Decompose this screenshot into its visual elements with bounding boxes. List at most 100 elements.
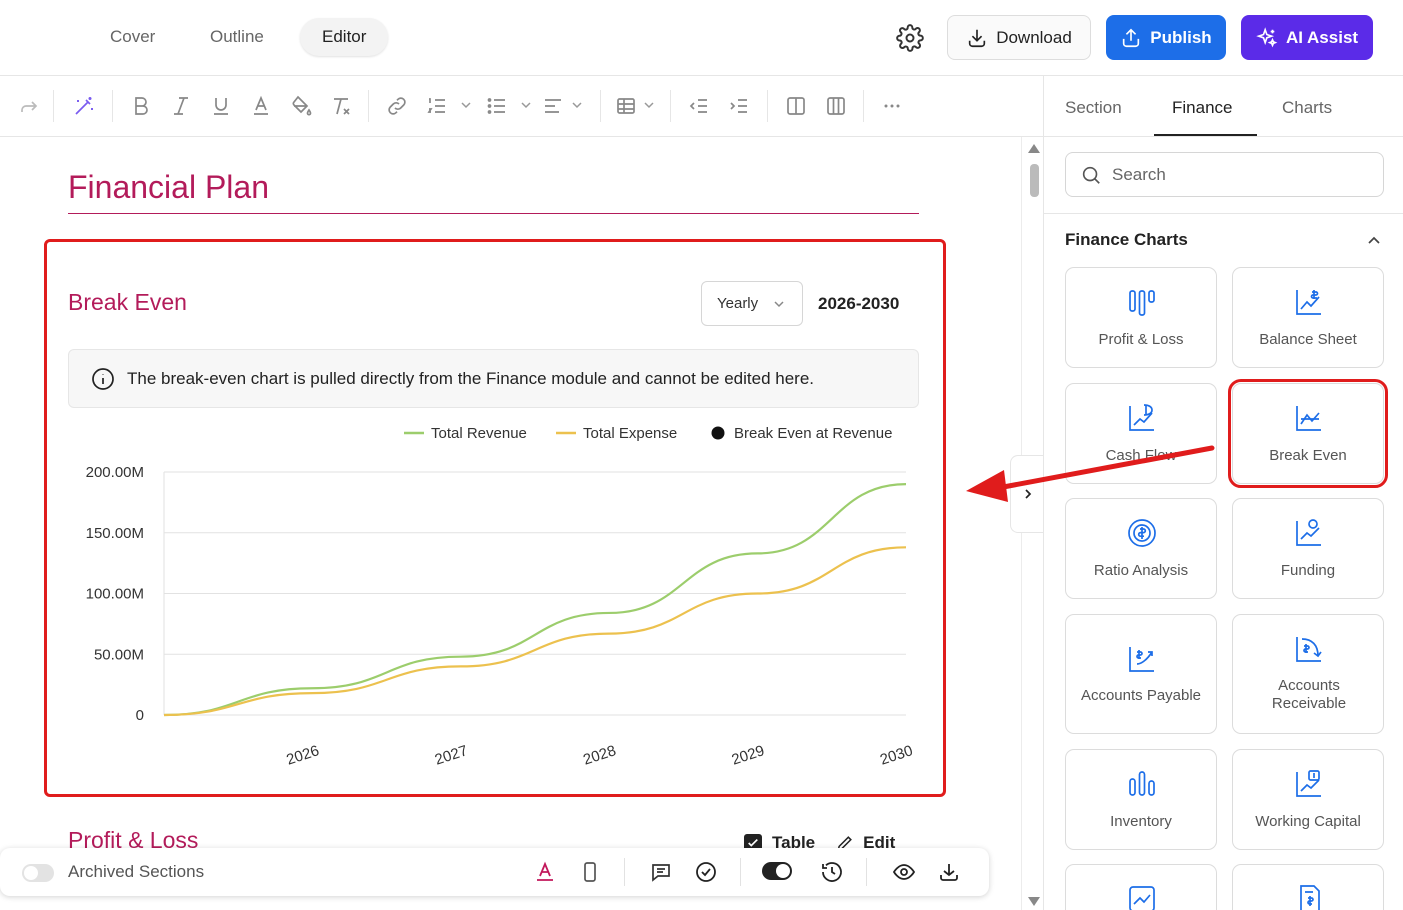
ratio-icon xyxy=(1128,519,1156,547)
redo-icon[interactable] xyxy=(17,94,41,118)
font-color-icon[interactable] xyxy=(249,94,273,118)
inventory-icon xyxy=(1129,771,1155,796)
invoice-icon xyxy=(1300,885,1320,910)
clear-format-icon[interactable] xyxy=(329,94,353,118)
scroll-up-icon[interactable] xyxy=(1028,144,1040,153)
comment-icon[interactable] xyxy=(649,860,673,884)
title-divider xyxy=(68,213,919,214)
finance-charts-heading: Finance Charts xyxy=(1065,230,1188,249)
table-icon[interactable] xyxy=(614,94,638,118)
y-tick-label: 0 xyxy=(136,707,144,724)
settings-gear-icon[interactable] xyxy=(896,24,924,52)
card-partial-1[interactable] xyxy=(1065,864,1217,910)
check-circle-icon[interactable] xyxy=(694,860,718,884)
break-even-title: Break Even xyxy=(68,289,187,315)
payable-icon xyxy=(1129,647,1154,672)
publish-button[interactable]: Publish xyxy=(1106,15,1226,60)
scroll-thumb[interactable] xyxy=(1030,164,1039,197)
card-inventory[interactable]: Inventory xyxy=(1065,749,1217,850)
upload-icon xyxy=(1123,28,1140,47)
outdent-icon[interactable] xyxy=(687,94,711,118)
italic-icon[interactable] xyxy=(169,94,193,118)
download-icon[interactable] xyxy=(937,860,961,884)
chart-series xyxy=(163,483,907,717)
archived-toggle[interactable] xyxy=(22,864,54,882)
card-accounts-payable[interactable]: Accounts Payable xyxy=(1065,614,1217,734)
card-break-even[interactable]: Break Even xyxy=(1228,379,1388,488)
bullet-list-icon[interactable] xyxy=(485,94,509,118)
indent-icon[interactable] xyxy=(727,94,751,118)
underline-icon[interactable] xyxy=(209,94,233,118)
bold-icon[interactable] xyxy=(129,94,153,118)
search-box xyxy=(1065,152,1384,197)
balance-chart-icon xyxy=(1296,290,1321,315)
card-profit-loss[interactable]: Profit & Loss xyxy=(1065,267,1217,368)
legend-label: Total Expense xyxy=(583,425,677,442)
card-funding[interactable]: Funding xyxy=(1232,498,1384,599)
expand-panel-button[interactable] xyxy=(1010,455,1043,533)
card-cash-flow[interactable]: Cash Flow xyxy=(1065,383,1217,484)
x-tick-label: 2028 xyxy=(581,742,618,767)
chart-grid xyxy=(163,471,906,716)
fill-color-icon[interactable] xyxy=(289,94,313,118)
y-tick-label: 200.00M xyxy=(86,464,144,481)
info-icon xyxy=(92,367,114,390)
ordered-list-icon[interactable] xyxy=(425,94,449,118)
y-tick-label: 50.00M xyxy=(94,646,144,663)
next-info-banner-partial xyxy=(68,898,919,910)
tab-outline[interactable]: Outline xyxy=(188,18,286,56)
line-chart-icon xyxy=(1129,886,1155,910)
magic-icon[interactable] xyxy=(72,94,96,118)
card-accounts-receivable[interactable]: Accounts Receivable xyxy=(1232,614,1384,734)
align-icon[interactable] xyxy=(541,94,565,118)
chevron-down-icon xyxy=(774,300,784,307)
tab-cover[interactable]: Cover xyxy=(88,18,177,56)
scroll-down-icon[interactable] xyxy=(1028,897,1040,906)
more-icon[interactable] xyxy=(880,94,904,118)
sparkle-icon xyxy=(1256,26,1278,47)
chevron-right-icon xyxy=(1025,489,1032,499)
search-input[interactable] xyxy=(1112,164,1362,185)
columns-icon[interactable] xyxy=(824,94,848,118)
page-title[interactable]: Financial Plan xyxy=(68,169,269,206)
formatting-toolbar xyxy=(0,76,1043,137)
card-ratio-analysis[interactable]: Ratio Analysis xyxy=(1065,498,1217,599)
working-capital-icon xyxy=(1296,770,1321,797)
font-color-icon[interactable] xyxy=(533,860,557,884)
card-balance-sheet[interactable]: Balance Sheet xyxy=(1232,267,1384,368)
period-select-value: Yearly xyxy=(717,295,759,312)
card-partial-2[interactable] xyxy=(1232,864,1384,910)
chevron-down-icon[interactable] xyxy=(642,98,656,112)
preview-eye-icon[interactable] xyxy=(892,860,916,884)
period-select[interactable]: Yearly xyxy=(701,281,803,326)
top-bar: Cover Outline Editor Download Publish AI… xyxy=(0,0,1403,76)
legend-label: Break Even at Revenue xyxy=(734,425,892,442)
y-tick-label: 150.00M xyxy=(86,525,144,542)
receivable-icon xyxy=(1296,637,1322,662)
legend-swatch xyxy=(711,426,725,440)
document-editor: Financial Plan Break Even Yearly 2026-20… xyxy=(0,137,990,910)
y-tick-label: 100.00M xyxy=(86,586,144,603)
chevron-down-icon[interactable] xyxy=(570,98,584,112)
card-working-capital[interactable]: Working Capital xyxy=(1232,749,1384,850)
chevron-down-icon[interactable] xyxy=(519,98,533,112)
right-panel: Section Finance Charts Finance Charts Pr… xyxy=(1043,76,1403,910)
download-button[interactable]: Download xyxy=(947,15,1091,60)
date-range: 2026-2030 xyxy=(818,294,900,313)
chevron-up-icon[interactable] xyxy=(1365,232,1383,250)
tab-finance[interactable]: Finance xyxy=(1172,98,1232,118)
publish-label: Publish xyxy=(1150,27,1212,47)
history-icon[interactable] xyxy=(820,860,844,884)
column-icon[interactable] xyxy=(784,94,808,118)
link-icon[interactable] xyxy=(385,94,409,118)
break-even-chart: Total Revenue Total Expense Break Even at … xyxy=(86,425,915,767)
toggle-switch[interactable] xyxy=(762,862,792,880)
tab-section[interactable]: Section xyxy=(1065,98,1122,118)
ai-assist-button[interactable]: AI Assist xyxy=(1241,15,1373,60)
mobile-icon[interactable] xyxy=(578,860,602,884)
chevron-down-icon[interactable] xyxy=(459,98,473,112)
tab-editor[interactable]: Editor xyxy=(300,18,389,56)
cash-flow-icon xyxy=(1129,404,1154,431)
chart-legend: Total Revenue Total Expense Break Even at … xyxy=(404,425,892,442)
tab-charts[interactable]: Charts xyxy=(1282,98,1332,118)
